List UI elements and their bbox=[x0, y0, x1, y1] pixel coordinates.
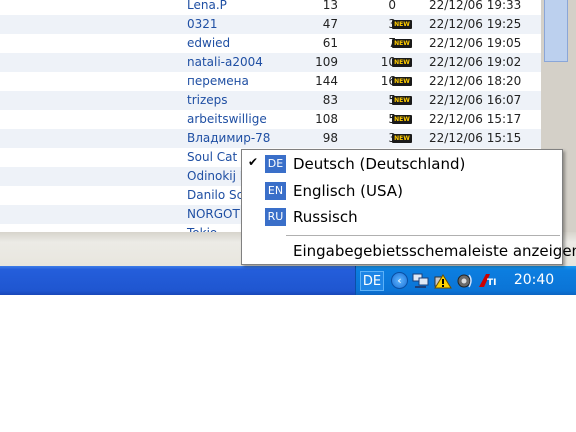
user-link[interactable]: NORGOTR bbox=[187, 205, 248, 224]
new-badge-icon: NEW bbox=[392, 134, 412, 143]
show-hidden-icons-button[interactable]: ‹ bbox=[391, 272, 408, 289]
post-count: 13 bbox=[322, 0, 338, 12]
new-post-count: 16 bbox=[380, 74, 396, 88]
user-link[interactable]: arbeitswillige bbox=[187, 110, 267, 129]
user-link[interactable]: Danilo Sc bbox=[187, 186, 243, 205]
user-link[interactable]: перемена bbox=[187, 72, 249, 91]
table-row: trizeps 83 5NEW 22/12/06 16:07 bbox=[0, 91, 541, 110]
checkmark-icon: ✔ bbox=[248, 155, 259, 169]
network-icon[interactable] bbox=[412, 272, 430, 289]
new-badge-icon: NEW bbox=[392, 96, 412, 105]
user-link[interactable]: Odinokij P bbox=[187, 167, 247, 186]
user-link[interactable]: Владимир-78 bbox=[187, 129, 270, 148]
last-post-date: 22/12/06 15:15 bbox=[429, 131, 522, 145]
menu-separator bbox=[286, 235, 560, 236]
new-post-count: 5 bbox=[352, 110, 396, 129]
user-link[interactable]: natali-a2004 bbox=[187, 53, 263, 72]
new-post-count: 0 bbox=[388, 0, 396, 12]
new-badge-icon: NEW bbox=[392, 39, 412, 48]
new-post-count: 3 bbox=[352, 15, 396, 34]
language-code-icon: RU bbox=[265, 208, 286, 226]
post-count: 109 bbox=[315, 55, 338, 69]
new-badge-icon: NEW bbox=[392, 77, 412, 86]
new-badge-icon: NEW bbox=[392, 115, 412, 124]
language-code-icon: EN bbox=[265, 182, 286, 200]
menu-item-show-language-bar[interactable]: Eingabegebietsschemaleiste anzeigen bbox=[242, 238, 576, 264]
menu-item-label: Deutsch (Deutschland) bbox=[293, 155, 466, 173]
table-row: перемена 144 16 NEW 22/12/06 18:20 bbox=[0, 72, 541, 91]
table-row: arbeitswillige 108 5NEW 22/12/06 15:17 bbox=[0, 110, 541, 129]
new-post-count: 3 bbox=[352, 129, 396, 148]
language-code-icon: DE bbox=[265, 155, 286, 173]
last-post-date: 22/12/06 18:20 bbox=[429, 74, 522, 88]
table-row: natali-a2004 109 10 NEW 22/12/06 19:02 bbox=[0, 53, 541, 72]
ati-icon[interactable]: TI bbox=[478, 272, 500, 289]
user-link[interactable]: Lena.P bbox=[187, 0, 227, 15]
user-link[interactable]: Tokio bbox=[187, 224, 217, 232]
menu-item-label: Englisch (USA) bbox=[293, 182, 403, 200]
post-count: 83 bbox=[322, 93, 338, 107]
last-post-date: 22/12/06 19:25 bbox=[429, 17, 522, 31]
user-link[interactable]: 0321 bbox=[187, 15, 218, 34]
table-row: Lena.P 13 0 22/12/06 19:33 bbox=[0, 0, 541, 15]
table-row: edwied 61 7NEW 22/12/06 19:05 bbox=[0, 34, 541, 53]
language-context-menu: ✔ DE Deutsch (Deutschland) EN Englisch (… bbox=[241, 149, 576, 265]
new-badge-icon: NEW bbox=[392, 20, 412, 29]
last-post-date: 22/12/06 15:17 bbox=[429, 112, 522, 126]
post-count: 144 bbox=[315, 74, 338, 88]
new-post-count: 7 bbox=[352, 34, 396, 53]
menu-item-russian[interactable]: RU Russisch bbox=[242, 204, 562, 230]
post-count: 108 bbox=[315, 112, 338, 126]
user-link[interactable]: Soul Cat bbox=[187, 148, 237, 167]
new-badge-icon: NEW bbox=[392, 58, 412, 67]
language-indicator[interactable]: DE bbox=[360, 271, 384, 291]
scrollbar-thumb[interactable] bbox=[544, 0, 568, 62]
svg-text:TI: TI bbox=[487, 278, 497, 288]
table-row: 0321 47 3NEW 22/12/06 19:25 bbox=[0, 15, 541, 34]
menu-item-english[interactable]: EN Englisch (USA) bbox=[242, 178, 562, 204]
audio-icon[interactable] bbox=[456, 272, 474, 289]
user-link[interactable]: trizeps bbox=[187, 91, 228, 110]
post-count: 47 bbox=[322, 17, 338, 31]
new-post-count: 5 bbox=[352, 91, 396, 110]
post-count: 61 bbox=[322, 36, 338, 50]
last-post-date: 22/12/06 19:02 bbox=[429, 55, 522, 69]
menu-item-label: Eingabegebietsschemaleiste anzeigen bbox=[293, 242, 576, 260]
last-post-date: 22/12/06 16:07 bbox=[429, 93, 522, 107]
security-warning-icon[interactable] bbox=[434, 272, 452, 289]
post-count: 98 bbox=[322, 131, 338, 145]
user-link[interactable]: edwied bbox=[187, 34, 230, 53]
taskbar-clock[interactable]: 20:40 bbox=[504, 266, 564, 295]
new-post-count: 10 bbox=[380, 55, 396, 69]
last-post-date: 22/12/06 19:05 bbox=[429, 36, 522, 50]
table-row: Владимир-78 98 3NEW 22/12/06 15:15 bbox=[0, 129, 541, 148]
menu-item-german[interactable]: ✔ DE Deutsch (Deutschland) bbox=[242, 151, 562, 177]
menu-item-label: Russisch bbox=[293, 208, 358, 226]
last-post-date: 22/12/06 19:33 bbox=[429, 0, 522, 12]
